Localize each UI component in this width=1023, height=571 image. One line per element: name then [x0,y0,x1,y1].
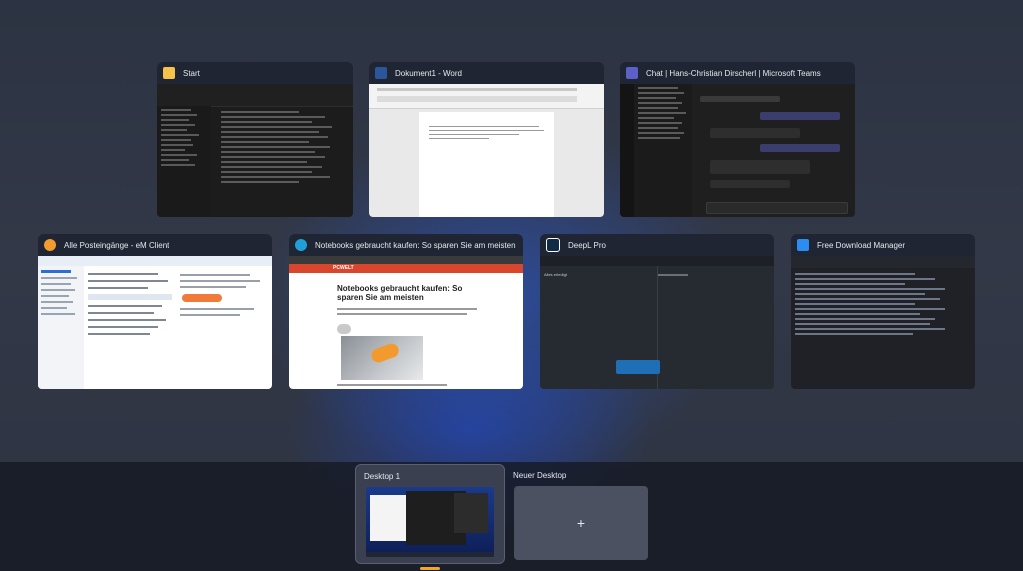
fdm-icon [797,239,809,251]
file-explorer-icon [163,67,175,79]
add-desktop-button[interactable]: + [514,486,648,560]
desktop-1-preview [366,487,494,557]
desktop-1-label: Desktop 1 [364,472,401,481]
em-client-icon [44,239,56,251]
window-title: Alle Posteingänge - eM Client [64,240,170,250]
window-title: Chat | Hans-Christian Dirscherl | Micros… [646,68,821,78]
window-titlebar[interactable]: Alle Posteingänge - eM Client [38,234,272,256]
teams-icon [626,67,638,79]
window-preview [157,84,353,217]
window-titlebar[interactable]: Free Download Manager [791,234,975,256]
site-logo: PCWELT [333,265,354,271]
window-teams[interactable]: Chat | Hans-Christian Dirscherl | Micros… [620,62,855,217]
window-preview: Alles erledigt [540,256,774,389]
window-preview: PCWELT Notebooks gebraucht kaufen: So sp… [289,256,523,389]
window-title: DeepL Pro [568,240,606,250]
window-titlebar[interactable]: Dokument1 - Word [369,62,604,84]
window-em-client[interactable]: Alle Posteingänge - eM Client [38,234,272,389]
deepl-icon [546,238,560,252]
edge-icon [295,239,307,251]
new-desktop-label: Neuer Desktop [513,471,567,480]
window-titlebar[interactable]: Chat | Hans-Christian Dirscherl | Micros… [620,62,855,84]
window-word[interactable]: Dokument1 - Word [369,62,604,217]
window-titlebar[interactable]: Notebooks gebraucht kaufen: So sparen Si… [289,234,523,256]
window-preview [369,84,604,217]
plus-icon: + [576,515,586,531]
active-desktop-indicator [420,567,440,570]
word-icon [375,67,387,79]
new-desktop[interactable]: Neuer Desktop + [505,464,655,562]
window-title: Start [183,68,200,78]
article-image [341,336,423,380]
window-deepl[interactable]: DeepL Pro Alles erledigt [540,234,774,389]
window-preview [791,256,975,389]
window-explorer[interactable]: Start [157,62,353,217]
window-preview [38,256,272,389]
window-title: Notebooks gebraucht kaufen: So sparen Si… [315,240,517,250]
deepl-status: Alles erledigt [544,272,567,277]
window-edge[interactable]: Notebooks gebraucht kaufen: So sparen Si… [289,234,523,389]
window-titlebar[interactable]: Start [157,62,353,84]
article-headline: Notebooks gebraucht kaufen: So sparen Si… [337,284,463,302]
window-title: Free Download Manager [817,240,906,250]
window-titlebar[interactable]: DeepL Pro [540,234,774,256]
window-title: Dokument1 - Word [395,68,462,78]
window-preview [620,84,855,217]
desktop-1[interactable]: Desktop 1 [355,464,505,570]
window-fdm[interactable]: Free Download Manager [791,234,975,389]
